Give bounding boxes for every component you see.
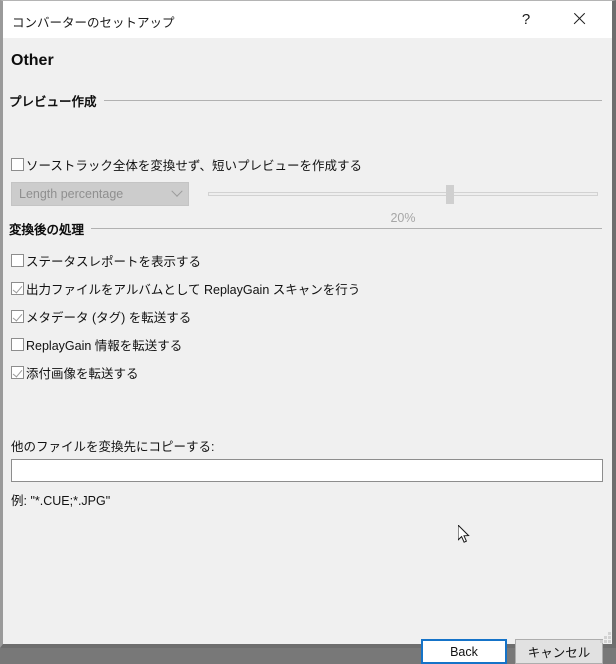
chevron-down-icon	[166, 185, 188, 198]
copy-files-input[interactable]	[11, 459, 603, 482]
checkbox-label-status-report: ステータスレポートを表示する	[26, 254, 202, 269]
preview-group-label: プレビュー作成	[9, 94, 97, 109]
slider-track	[208, 192, 598, 196]
checkbox-short-preview[interactable]	[11, 157, 24, 171]
preview-length-slider[interactable]	[208, 184, 598, 204]
slider-thumb[interactable]	[445, 185, 454, 204]
checkbox-status-report[interactable]	[11, 253, 24, 267]
checkbox-row-transfer-metadata[interactable]: メタデータ (タグ) を転送する	[11, 307, 191, 325]
page-title: Other	[11, 52, 54, 69]
checkbox-replaygain-scan[interactable]	[11, 281, 24, 295]
group-divider	[91, 227, 602, 229]
checkbox-row-short-preview[interactable]: ソーストラック全体を変換せず、短いプレビューを作成する	[11, 155, 362, 173]
cancel-button[interactable]: キャンセル	[515, 639, 603, 664]
checkbox-label-transfer-metadata: メタデータ (タグ) を転送する	[26, 310, 192, 325]
checkbox-label-replaygain-scan: 出力ファイルをアルバムとして ReplayGain スキャンを行う	[26, 282, 361, 297]
window-title: コンバーターのセットアップ	[12, 16, 175, 30]
copy-files-hint: 例: "*.CUE;*.JPG"	[11, 494, 111, 508]
checkbox-row-status-report[interactable]: ステータスレポートを表示する	[11, 251, 201, 269]
converter-setup-dialog: コンバーターのセットアップ ? Other プレビュー作成 ソーストラック全体を…	[0, 0, 616, 664]
post-conversion-group-label: 変換後の処理	[9, 222, 85, 237]
post-conversion-group-header: 変換後の処理	[9, 220, 602, 237]
checkbox-label-transfer-replaygain: ReplayGain 情報を転送する	[26, 338, 183, 353]
preview-group-header: プレビュー作成	[9, 92, 602, 109]
help-button[interactable]: ?	[503, 1, 549, 37]
group-divider	[103, 99, 602, 101]
checkbox-row-replaygain-scan[interactable]: 出力ファイルをアルバムとして ReplayGain スキャンを行う	[11, 279, 360, 297]
preview-mode-select[interactable]: Length percentage	[11, 182, 189, 206]
checkbox-transfer-artwork[interactable]	[11, 365, 24, 379]
checkbox-label-short-preview: ソーストラック全体を変換せず、短いプレビューを作成する	[26, 158, 363, 173]
close-button[interactable]	[556, 1, 602, 37]
checkbox-row-transfer-artwork[interactable]: 添付画像を転送する	[11, 363, 139, 381]
title-bar: コンバーターのセットアップ ?	[3, 1, 612, 39]
checkbox-row-transfer-replaygain[interactable]: ReplayGain 情報を転送する	[11, 335, 182, 353]
checkbox-label-transfer-artwork: 添付画像を転送する	[26, 366, 139, 381]
checkbox-transfer-replaygain[interactable]	[11, 337, 24, 351]
resize-grip[interactable]	[598, 630, 611, 643]
back-button[interactable]: Back	[421, 639, 507, 664]
close-icon	[572, 12, 586, 26]
copy-files-label: 他のファイルを変換先にコピーする:	[11, 440, 215, 454]
mouse-cursor	[458, 525, 470, 543]
checkbox-transfer-metadata[interactable]	[11, 309, 24, 323]
preview-mode-value: Length percentage	[19, 187, 124, 201]
question-mark-icon: ?	[521, 10, 531, 28]
dialog-body: Other プレビュー作成 ソーストラック全体を変換せず、短いプレビューを作成す…	[3, 38, 612, 664]
